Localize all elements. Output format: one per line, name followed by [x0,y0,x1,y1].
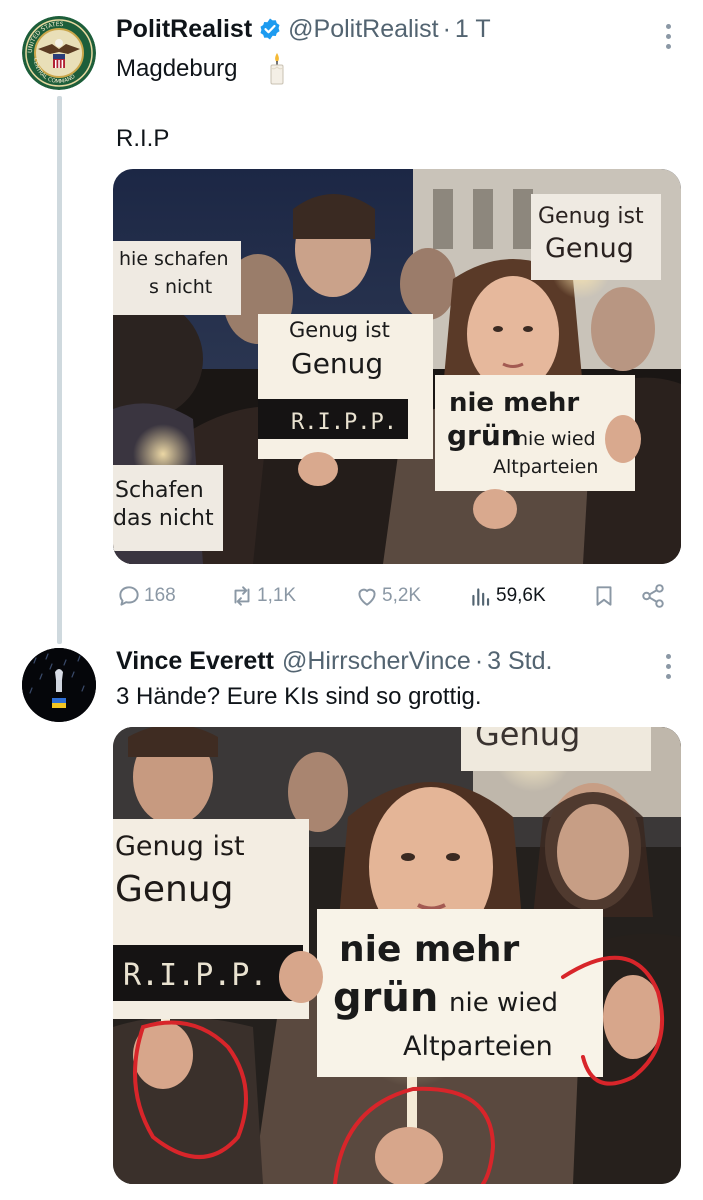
display-name[interactable]: Vince Everett [116,646,274,676]
sign-text: grün [447,419,521,452]
separator-dot: · [442,15,451,43]
sign-text: Altparteien [403,1031,553,1062]
post-action-bar: 168 1,1K 5,2K 59,6K [114,583,674,613]
vigil-photo: hie schafen s nicht Genug ist Genug Genu… [113,169,681,564]
avatar[interactable]: UNITED STATES CENTRAL COMMAND [22,16,96,90]
sign-text: Genug ist [115,831,245,862]
handle[interactable]: @HirrscherVince [282,646,471,676]
views-icon [472,588,490,606]
vigil-photo-annotated: Genug Genug ist Genug R.I.P.P. nie mehr … [113,727,681,1184]
sign-text: das nicht [113,506,214,531]
post-text: 3 Hände? Eure KIs sind so grottig. [116,683,482,710]
views-count: 59,6K [496,585,546,606]
post-text-line: R.I.P [116,125,170,152]
bookmark-icon [596,586,612,606]
reply-button[interactable]: 168 [116,583,176,609]
post-image[interactable]: hie schafen s nicht Genug ist Genug Genu… [113,169,681,564]
rain-avatar-icon [22,648,96,722]
candle-emoji-icon [270,53,284,85]
repost-button[interactable]: 1,1K [229,583,296,609]
more-options-icon[interactable] [664,654,672,679]
post-text-line: Magdeburg [116,55,238,82]
bookmark-button[interactable] [591,583,617,609]
like-button[interactable]: 5,2K [354,583,421,609]
verified-badge-icon [260,18,280,40]
sign-text: hie schafen [119,248,229,270]
sign-text: Genug ist [538,204,644,229]
sign-text: grün [333,975,438,1021]
sign-text: Genug [545,233,634,264]
sign-text: nie mehr [449,388,579,418]
post-header: PolitRealist @PolitRealist · 1 T [116,14,491,44]
avatar[interactable] [22,648,96,722]
sign-text: s nicht [149,276,212,298]
reply-icon [119,586,139,606]
share-icon [642,584,664,608]
thread-connector-line [57,96,62,644]
sign-text: Genug ist [289,318,390,342]
sign-text: Genug [291,347,383,380]
share-button[interactable] [640,583,666,609]
more-options-icon[interactable] [664,24,672,49]
views-button[interactable]: 59,6K [468,583,546,609]
timestamp[interactable]: 3 Std. [487,646,552,676]
timestamp[interactable]: 1 T [455,14,491,44]
sign-text: R.I.P.P. [123,958,268,993]
sign-text: nie wied [449,988,558,1018]
sign-text: Altparteien [493,456,598,478]
repost-count: 1,1K [257,585,297,606]
sign-text: nie mehr [339,929,519,970]
display-name[interactable]: PolitRealist [116,14,252,44]
reply-count: 168 [144,585,176,606]
like-count: 5,2K [382,585,422,606]
post-image[interactable]: Genug Genug ist Genug R.I.P.P. nie mehr … [113,727,681,1184]
like-icon [358,588,376,606]
central-command-seal-icon: UNITED STATES CENTRAL COMMAND [22,16,96,90]
separator-dot: · [474,647,484,675]
sign-text: Genug [115,869,234,910]
sign-text: R.I.P.P. [291,410,397,435]
sign-text: Genug [475,727,580,753]
sign-text: nie wied [516,428,596,450]
repost-icon [234,586,250,606]
handle[interactable]: @PolitRealist [288,14,438,44]
sign-text: Schafen [115,478,204,503]
post-header: Vince Everett @HirrscherVince · 3 Std. [116,646,552,676]
